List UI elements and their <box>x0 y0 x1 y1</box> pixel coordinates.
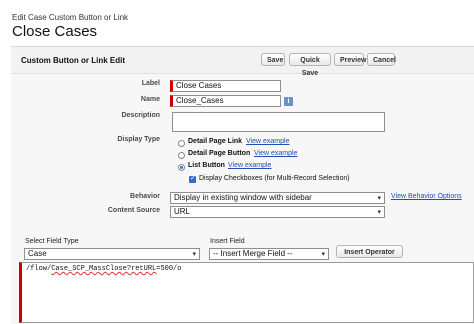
insert-operator-button[interactable]: Insert Operator ▾ <box>336 245 403 269</box>
behavior-value: Display in existing window with sidebar <box>174 193 312 202</box>
field-type-label: Select Field Type <box>25 238 79 245</box>
chevron-down-icon: ▾ <box>321 251 325 258</box>
display-checkboxes-label: Display Checkboxes (for Multi-Record Sel… <box>199 175 350 182</box>
insert-field-value: -- Insert Merge Field -- <box>213 249 293 258</box>
code-misspelled: Case_SCP_MassClose?retURL <box>51 265 157 273</box>
display-type-label: Display Type <box>117 136 160 143</box>
panel-title: Custom Button or Link Edit <box>21 56 125 65</box>
code-suffix: =500/o <box>156 265 182 273</box>
content-source-select[interactable]: URL ▾ <box>170 206 385 218</box>
page-subtitle: Edit Case Custom Button or Link <box>12 13 129 22</box>
page-title: Close Cases <box>12 23 98 40</box>
behavior-label: Behavior <box>130 193 160 200</box>
radio-detail-page-button[interactable] <box>178 152 185 159</box>
option-detail-page-button: Detail Page Button <box>188 150 251 157</box>
field-type-value: Case <box>28 249 47 258</box>
field-type-select[interactable]: Case ▾ <box>24 248 200 260</box>
display-checkboxes-checkbox[interactable] <box>189 174 196 183</box>
insert-field-select[interactable]: -- Insert Merge Field -- ▾ <box>209 248 329 260</box>
view-example-link-1[interactable]: View example <box>246 138 289 145</box>
chevron-down-icon: ▾ <box>192 251 196 258</box>
content-source-label: Content Source <box>107 207 160 214</box>
chevron-down-icon: ▾ <box>377 209 381 216</box>
radio-detail-page-link[interactable] <box>178 140 185 147</box>
view-example-link-3[interactable]: View example <box>228 162 271 169</box>
quick-save-button[interactable]: Quick Save <box>289 53 331 77</box>
insert-operator-label: Insert Operator <box>344 249 395 256</box>
formula-text: /flow/Case_SCP_MassClose?retURL=500/o <box>26 265 181 273</box>
name-field-label: Name <box>140 96 160 103</box>
view-example-link-2[interactable]: View example <box>254 150 297 157</box>
insert-field-label: Insert Field <box>210 238 245 245</box>
behavior-select[interactable]: Display in existing window with sidebar … <box>170 192 385 204</box>
label-input[interactable]: Close Cases <box>170 80 281 92</box>
label-field-label: Label <box>141 80 160 87</box>
option-list-button: List Button <box>188 162 225 169</box>
preview-button[interactable]: Preview <box>334 53 366 66</box>
cancel-button[interactable]: Cancel <box>367 53 396 66</box>
view-behavior-options-link[interactable]: View Behavior Options <box>391 193 462 200</box>
description-textarea[interactable] <box>172 112 385 132</box>
name-input[interactable]: Close_Cases <box>170 95 281 107</box>
save-button[interactable]: Save <box>261 53 285 66</box>
radio-list-button[interactable] <box>178 164 185 171</box>
chevron-down-icon: ▾ <box>377 195 381 202</box>
option-detail-page-link: Detail Page Link <box>188 138 243 145</box>
info-icon[interactable]: i <box>284 97 293 106</box>
content-source-value: URL <box>174 207 191 216</box>
code-prefix: /flow/ <box>26 265 52 273</box>
description-label: Description <box>121 112 160 119</box>
